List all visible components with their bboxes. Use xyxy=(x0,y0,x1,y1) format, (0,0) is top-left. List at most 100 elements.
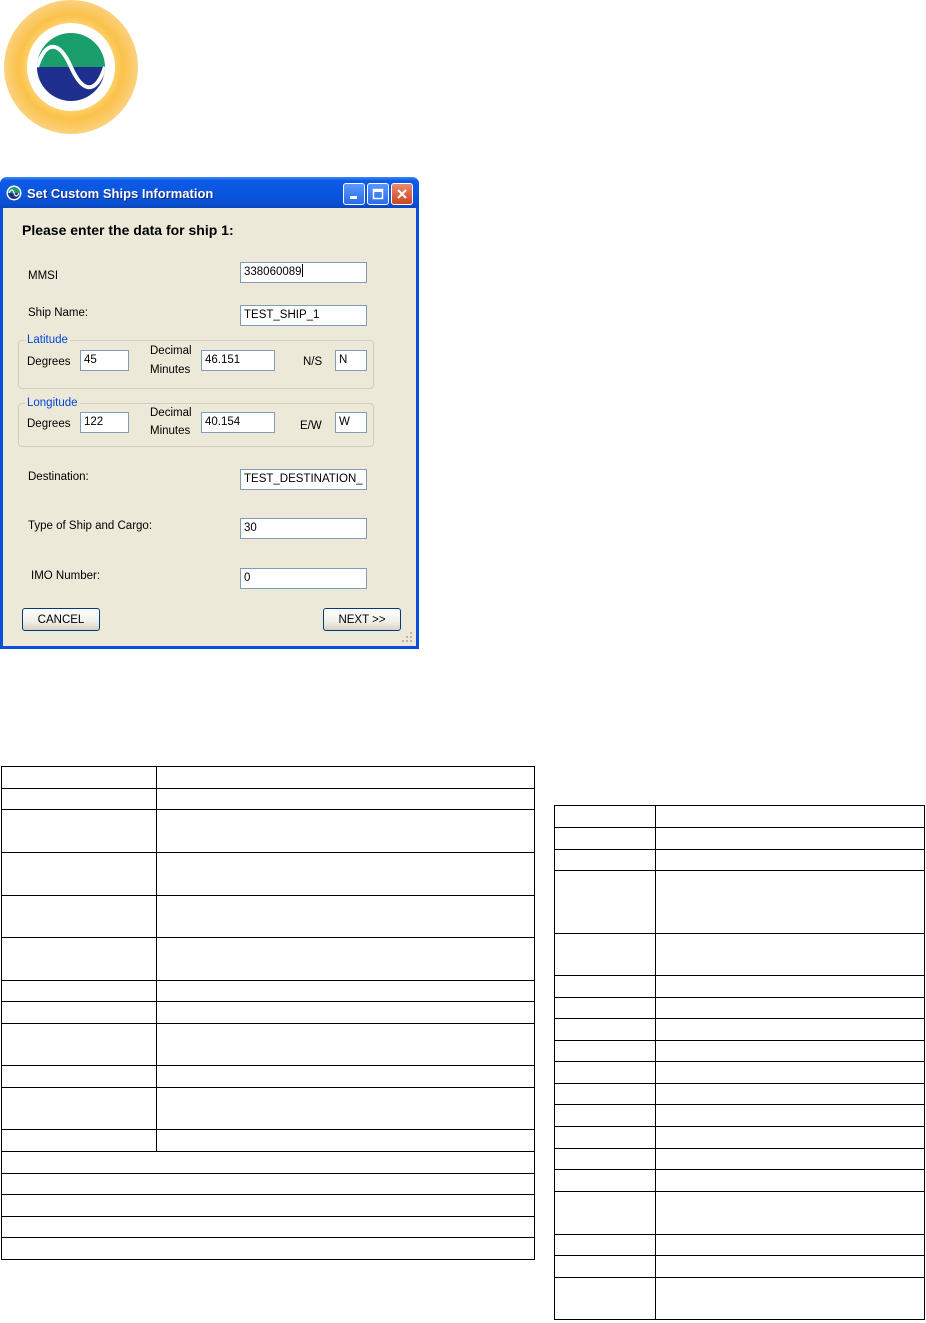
table-cell xyxy=(655,1148,925,1170)
table-row xyxy=(554,1126,925,1149)
table-cell xyxy=(655,1040,925,1062)
imo-input[interactable]: 0 xyxy=(240,568,367,589)
cancel-button[interactable]: CANCEL xyxy=(22,608,100,631)
table-cell xyxy=(156,1065,535,1088)
ship-type-label: Type of Ship and Cargo: xyxy=(28,520,153,532)
imo-label: IMO Number: xyxy=(31,570,101,582)
table-row xyxy=(1,980,535,1002)
table-row xyxy=(554,1083,925,1105)
table-cell xyxy=(655,975,925,998)
table-cell xyxy=(554,870,656,934)
minimize-button[interactable] xyxy=(343,183,365,205)
latitude-ns-input[interactable]: N xyxy=(335,350,367,371)
latitude-ns-label: N/S xyxy=(303,356,323,368)
table-cell xyxy=(1,1065,157,1088)
table-cell xyxy=(655,997,925,1019)
table-cell xyxy=(554,933,656,976)
window-title: Set Custom Ships Information xyxy=(27,186,214,201)
logo-wave-icon xyxy=(27,23,115,111)
longitude-degrees-label: Degrees xyxy=(27,418,71,430)
table-row xyxy=(1,1216,535,1238)
next-button[interactable]: NEXT >> xyxy=(323,608,401,631)
table-cell xyxy=(554,975,656,998)
table-cell xyxy=(1,937,157,981)
table-row xyxy=(1,937,535,981)
table-row xyxy=(1,1001,535,1024)
latitude-degrees-input[interactable]: 45 xyxy=(80,350,129,371)
longitude-ew-input[interactable]: W xyxy=(335,412,367,433)
table-cell xyxy=(554,1169,656,1192)
longitude-minutes-input[interactable]: 40.154 xyxy=(201,412,275,433)
table-row xyxy=(1,1065,535,1088)
table-cell xyxy=(554,1277,656,1320)
table-row xyxy=(1,895,535,938)
table-row xyxy=(554,1104,925,1127)
table-cell xyxy=(554,1126,656,1149)
ship-name-input[interactable]: TEST_SHIP_1 xyxy=(240,305,367,326)
table-row xyxy=(1,766,535,789)
destination-input[interactable]: TEST_DESTINATION_ xyxy=(240,469,367,490)
mmsi-value: 338060089 xyxy=(244,266,302,278)
table-cell xyxy=(655,1083,925,1105)
latitude-degrees-label: Degrees xyxy=(27,356,71,368)
longitude-degrees-input[interactable]: 122 xyxy=(80,412,129,433)
close-button[interactable] xyxy=(391,183,413,205)
table-cell xyxy=(1,1151,535,1174)
latitude-minutes-label: Minutes xyxy=(150,364,191,376)
table-cell xyxy=(655,1169,925,1192)
table-row xyxy=(554,1277,925,1320)
table-row xyxy=(1,1151,535,1174)
table-cell xyxy=(156,937,535,981)
ship-name-label: Ship Name: xyxy=(28,307,89,319)
maximize-button[interactable] xyxy=(367,183,389,205)
table-row xyxy=(554,1148,925,1170)
table-cell xyxy=(156,1087,535,1130)
table-cell xyxy=(554,1191,656,1235)
table-cell xyxy=(156,766,535,789)
table-row xyxy=(1,809,535,853)
table-cell xyxy=(1,1237,535,1260)
table-cell xyxy=(655,1018,925,1041)
text-caret xyxy=(301,264,303,277)
right-table xyxy=(554,805,925,1320)
table-row xyxy=(554,1234,925,1256)
resize-grip-icon[interactable] xyxy=(401,631,413,643)
table-cell xyxy=(655,1277,925,1320)
table-cell xyxy=(1,1216,535,1238)
table-cell xyxy=(1,788,157,810)
title-bar[interactable]: Set Custom Ships Information xyxy=(0,177,419,208)
ship-type-input[interactable]: 30 xyxy=(240,518,367,539)
table-cell xyxy=(554,1104,656,1127)
table-cell xyxy=(554,1255,656,1278)
close-icon xyxy=(397,189,407,199)
table-cell xyxy=(655,1191,925,1235)
table-row xyxy=(554,933,925,976)
table-cell xyxy=(655,849,925,871)
dialog-window: Set Custom Ships Information Please ente… xyxy=(0,177,419,649)
table-row xyxy=(554,997,925,1019)
table-cell xyxy=(1,1173,535,1195)
table-cell xyxy=(1,1087,157,1130)
table-row xyxy=(554,1191,925,1235)
table-cell xyxy=(655,1255,925,1278)
table-row xyxy=(1,1087,535,1130)
table-row xyxy=(554,1255,925,1278)
table-row xyxy=(554,1169,925,1192)
table-cell xyxy=(655,805,925,828)
table-cell xyxy=(1,1194,535,1217)
table-cell xyxy=(554,997,656,1019)
table-row xyxy=(1,1194,535,1217)
table-row xyxy=(1,1173,535,1195)
destination-label: Destination: xyxy=(28,471,89,483)
table-cell xyxy=(655,1061,925,1084)
table-cell xyxy=(1,1023,157,1066)
latitude-minutes-input[interactable]: 46.151 xyxy=(201,350,275,371)
table-cell xyxy=(1,852,157,896)
table-row xyxy=(554,870,925,934)
mmsi-label: MMSI xyxy=(28,270,59,282)
table-cell xyxy=(554,1061,656,1084)
mmsi-input[interactable]: 338060089 xyxy=(240,262,367,283)
table-row xyxy=(1,1129,535,1152)
table-cell xyxy=(156,788,535,810)
table-cell xyxy=(554,1040,656,1062)
